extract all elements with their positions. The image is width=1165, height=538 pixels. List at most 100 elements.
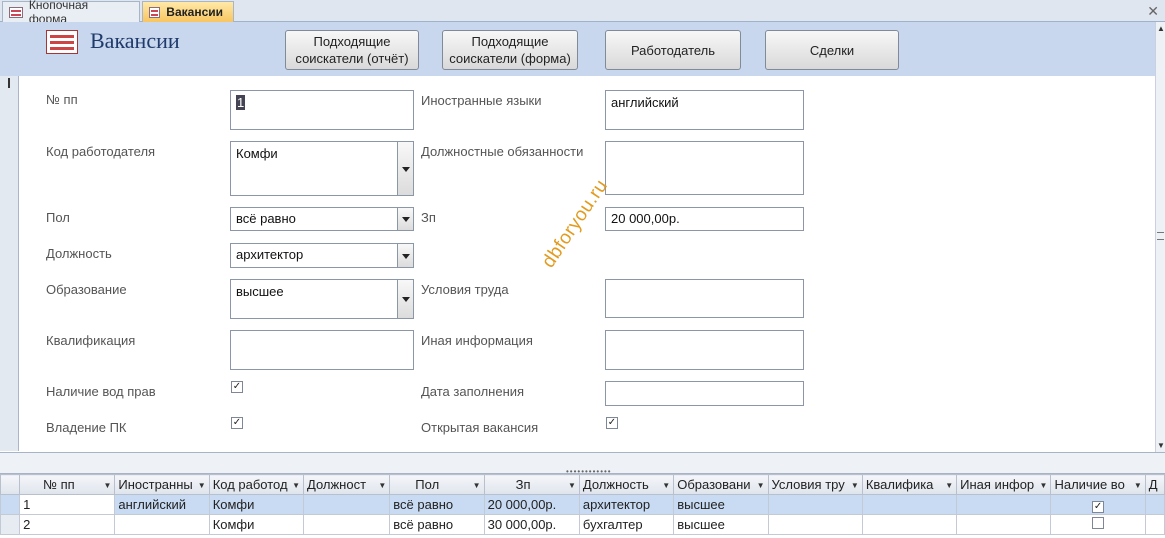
license-checkbox[interactable]: ✓ xyxy=(231,381,243,393)
record-selector[interactable] xyxy=(0,76,19,451)
conditions-label: Условия труда xyxy=(421,282,509,297)
open-vacancy-checkbox[interactable]: ✓ xyxy=(606,417,618,429)
duties-field[interactable] xyxy=(605,141,804,195)
tab-label: Вакансии xyxy=(166,5,223,19)
chevron-down-icon[interactable] xyxy=(397,280,413,318)
column-header[interactable]: Образовани ▼ xyxy=(673,474,769,495)
table-cell[interactable] xyxy=(956,514,1052,535)
table-cell[interactable]: высшее xyxy=(673,494,769,515)
select-all-cell[interactable] xyxy=(0,474,21,495)
table-cell[interactable] xyxy=(861,514,958,535)
date-field[interactable] xyxy=(605,381,804,406)
sort-arrow-icon: ▼ xyxy=(850,481,859,490)
date-label: Дата заполнения xyxy=(421,384,525,399)
candidates-report-button[interactable]: Подходящие соискатели (отчёт) xyxy=(285,30,419,70)
row-selector[interactable] xyxy=(0,514,21,535)
column-header[interactable]: Должност ▼ xyxy=(302,474,391,495)
education-label: Образование xyxy=(46,282,127,297)
table-cell[interactable] xyxy=(302,494,391,515)
close-icon[interactable]: ✕ xyxy=(1147,3,1159,20)
table-cell[interactable] xyxy=(767,514,863,535)
table-cell[interactable]: 1 xyxy=(19,494,116,515)
tab-vacancies[interactable]: Вакансии xyxy=(142,1,234,22)
table-cell[interactable] xyxy=(861,494,958,515)
education-combobox[interactable]: высшее xyxy=(230,279,414,319)
pc-label: Владение ПК xyxy=(46,420,127,435)
column-header[interactable]: Наличие во ▼ xyxy=(1050,474,1146,495)
chevron-down-icon[interactable] xyxy=(397,244,413,267)
license-checkbox[interactable] xyxy=(1092,517,1105,529)
conditions-field[interactable] xyxy=(605,279,804,318)
form-icon xyxy=(46,30,78,54)
table-cell[interactable] xyxy=(1050,514,1146,535)
sort-arrow-icon: ▼ xyxy=(1133,481,1142,490)
table-cell[interactable]: всё равно xyxy=(389,514,485,535)
table-row[interactable]: 1 английский Комфи всё равно 20 000,00р.… xyxy=(0,494,1165,515)
column-header[interactable]: Условия тру ▼ xyxy=(767,474,863,495)
table-cell[interactable]: Комфи xyxy=(208,494,305,515)
table-cell[interactable]: всё равно xyxy=(389,494,485,515)
table-cell[interactable] xyxy=(1144,494,1165,515)
column-header[interactable]: Должность ▼ xyxy=(578,474,675,495)
table-cell[interactable] xyxy=(956,494,1052,515)
chevron-down-icon[interactable] xyxy=(397,208,413,230)
chevron-down-icon[interactable] xyxy=(397,142,413,195)
column-header[interactable]: Д xyxy=(1144,474,1165,495)
position-combobox[interactable]: архитектор xyxy=(230,243,414,268)
other-info-field[interactable] xyxy=(605,330,804,370)
table-row[interactable]: 2 Комфи всё равно 30 000,00р. бухгалтер … xyxy=(0,514,1165,535)
gender-label: Пол xyxy=(46,210,70,225)
table-cell[interactable] xyxy=(1144,514,1165,535)
candidates-form-button[interactable]: Подходящие соискатели (форма) xyxy=(442,30,578,70)
languages-label: Иностранные языки xyxy=(421,93,542,108)
languages-field[interactable]: английский xyxy=(605,90,804,130)
qualification-field[interactable] xyxy=(230,330,414,370)
column-header[interactable]: № пп ▼ xyxy=(19,474,116,495)
table-cell[interactable]: английский xyxy=(114,494,210,515)
column-header[interactable]: Иная инфор ▼ xyxy=(956,474,1052,495)
gender-combobox[interactable]: всё равно xyxy=(230,207,414,231)
num-field[interactable]: 1 xyxy=(230,90,414,130)
sort-arrow-icon: ▼ xyxy=(472,481,481,490)
table-cell[interactable] xyxy=(114,514,210,535)
license-checkbox[interactable]: ✓ xyxy=(1092,500,1105,513)
sort-arrow-icon: ▼ xyxy=(567,481,576,490)
document-tab-bar: Кнопочная форма Вакансии ✕ xyxy=(0,0,1165,26)
page-title: Вакансии xyxy=(90,28,180,53)
license-label: Наличие вод прав xyxy=(46,384,156,399)
vertical-scrollbar[interactable]: ▲ ▼ xyxy=(1155,22,1165,452)
position-label: Должность xyxy=(46,246,112,261)
table-cell[interactable]: высшее xyxy=(673,514,769,535)
column-header[interactable]: Зп ▼ xyxy=(483,474,580,495)
scroll-up-icon[interactable]: ▲ xyxy=(1157,24,1165,33)
table-cell[interactable]: ✓ xyxy=(1050,494,1146,515)
tab-button-form[interactable]: Кнопочная форма xyxy=(2,0,140,26)
qualification-label: Квалификация xyxy=(46,333,136,348)
num-value: 1 xyxy=(236,95,246,110)
scroll-thumb[interactable] xyxy=(1157,232,1164,240)
split-form-divider[interactable]: •••••••••••• xyxy=(0,452,1165,476)
form-icon xyxy=(149,6,161,18)
table-cell[interactable]: Комфи xyxy=(208,514,305,535)
employer-button[interactable]: Работодатель xyxy=(605,30,741,70)
table-cell[interactable]: 30 000,00р. xyxy=(483,514,580,535)
column-header[interactable]: Пол ▼ xyxy=(389,474,485,495)
table-cell[interactable]: 2 xyxy=(19,514,116,535)
table-cell[interactable]: архитектор xyxy=(578,494,675,515)
salary-field[interactable]: 20 000,00р. xyxy=(605,207,804,231)
salary-label: Зп xyxy=(421,210,436,225)
pc-checkbox[interactable]: ✓ xyxy=(231,417,243,429)
row-selector[interactable] xyxy=(0,494,21,515)
other-info-label: Иная информация xyxy=(421,333,533,348)
table-cell[interactable]: 20 000,00р. xyxy=(483,494,580,515)
scroll-down-icon[interactable]: ▼ xyxy=(1157,441,1165,450)
column-header[interactable]: Код работод ▼ xyxy=(208,474,305,495)
deals-button[interactable]: Сделки xyxy=(765,30,899,70)
table-cell[interactable]: бухгалтер xyxy=(578,514,675,535)
table-cell[interactable] xyxy=(767,494,863,515)
column-header[interactable]: Иностранны ▼ xyxy=(114,474,210,495)
table-cell[interactable] xyxy=(302,514,391,535)
column-header[interactable]: Квалифика ▼ xyxy=(861,474,958,495)
employer-combobox[interactable]: Комфи xyxy=(230,141,414,196)
employer-value: Комфи xyxy=(236,146,278,161)
